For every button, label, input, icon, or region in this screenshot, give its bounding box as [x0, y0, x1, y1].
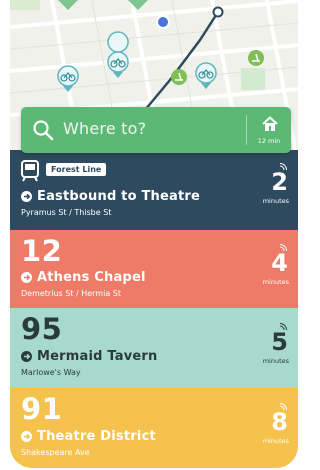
arrow-right-icon — [21, 191, 32, 202]
arrow-right-icon — [21, 272, 32, 283]
stop-name: Pyramus St / Thisbe St — [21, 208, 112, 217]
minutes-label: minutes — [262, 197, 289, 205]
home-icon[interactable] — [261, 115, 279, 133]
minutes-label: minutes — [262, 278, 289, 286]
scooter-icon[interactable] — [248, 50, 264, 66]
destination: Eastbound to Theatre — [37, 189, 201, 204]
destination: Theatre District — [37, 429, 156, 444]
minutes-value: 5 — [271, 328, 288, 356]
current-location-icon[interactable] — [156, 15, 170, 29]
route-number: 95 — [21, 312, 63, 346]
stop-name: Demetrius St / Hermia St — [21, 289, 121, 298]
train-icon — [21, 160, 39, 182]
route-number: 91 — [21, 392, 63, 426]
minutes-label: minutes — [262, 437, 289, 445]
minutes-label: minutes — [262, 357, 289, 365]
search-divider — [246, 115, 247, 145]
destination: Athens Chapel — [37, 270, 146, 285]
scooter-icon[interactable] — [171, 69, 187, 85]
arrow-right-icon — [21, 351, 32, 362]
departure-card-forest-line[interactable]: Forest Line Eastbound to Theatre Pyramus… — [10, 150, 298, 230]
destination: Mermaid Tavern — [37, 349, 158, 364]
search-icon — [33, 120, 54, 141]
search-bar[interactable]: Where to? 12 min — [21, 107, 291, 153]
arrow-right-icon — [21, 431, 32, 442]
departure-card-12[interactable]: 12 Athens Chapel Demetrius St / Hermia S… — [10, 230, 298, 308]
route-number: 12 — [21, 234, 63, 268]
minutes-value: 4 — [271, 249, 288, 277]
stop-name: Marlowe's Way — [21, 368, 81, 377]
stop-name: Shakespeare Ave — [21, 448, 90, 457]
home-eta: 12 min — [257, 137, 281, 145]
route-badge: Forest Line — [46, 163, 107, 176]
app-frame: Forest Line Eastbound to Theatre Pyramus… — [10, 0, 298, 468]
search-input[interactable]: Where to? — [63, 119, 146, 138]
departure-card-91[interactable]: 91 Theatre District Shakespeare Ave 8 mi… — [10, 388, 298, 468]
departure-card-95[interactable]: 95 Mermaid Tavern Marlowe's Way 5 minute… — [10, 308, 298, 388]
minutes-value: 2 — [271, 168, 288, 196]
minutes-value: 8 — [271, 408, 288, 436]
